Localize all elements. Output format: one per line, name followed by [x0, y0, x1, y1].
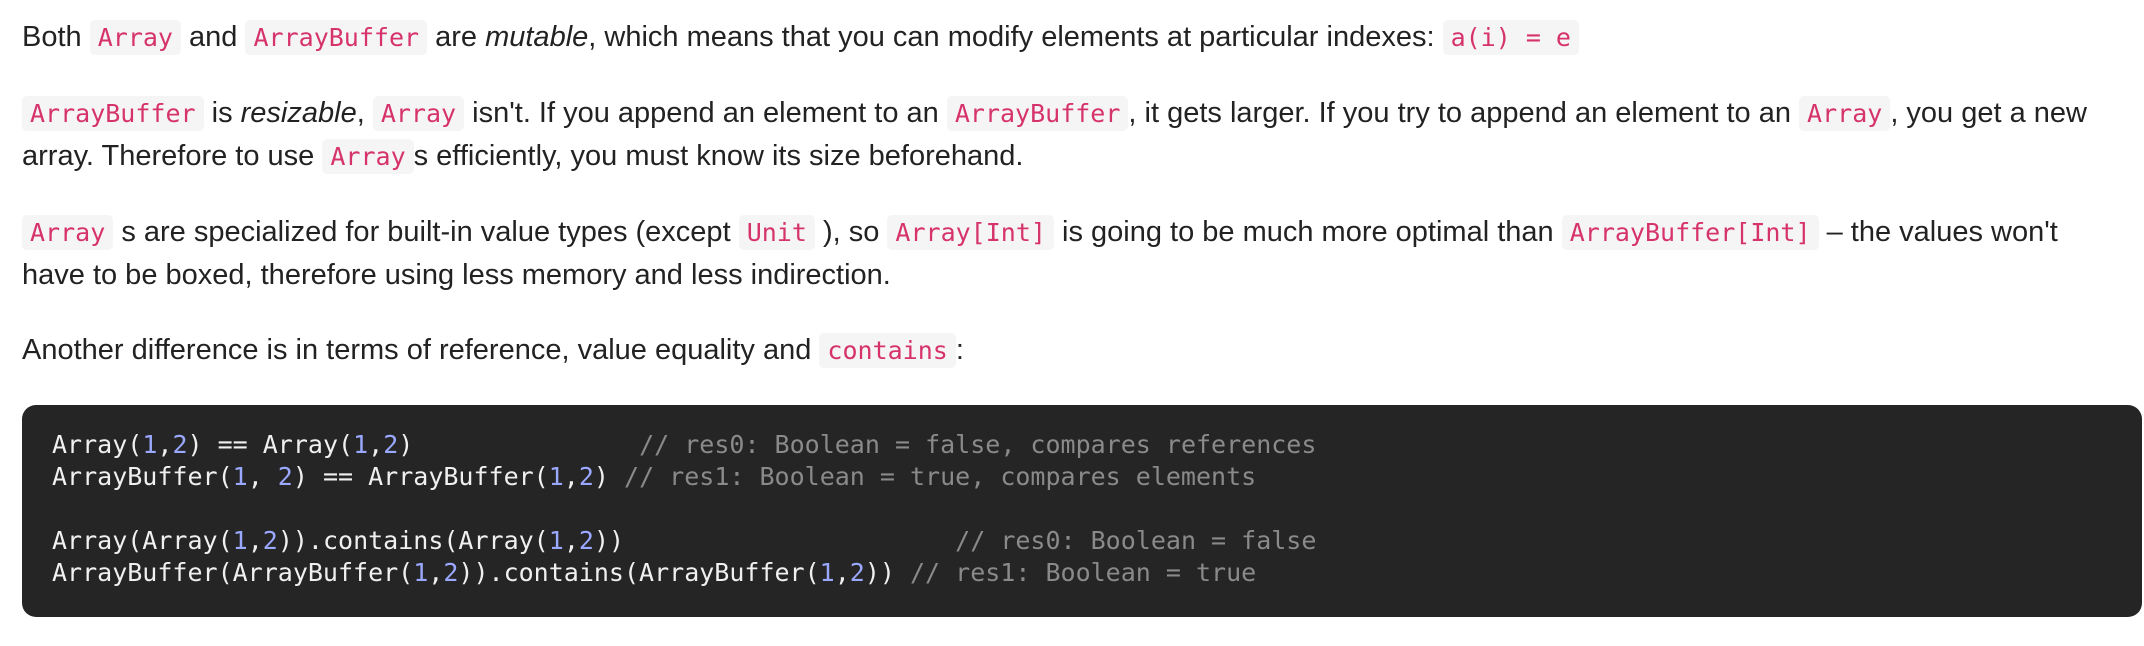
code-number: 1 — [548, 526, 564, 555]
code-token: Array(Array( — [52, 526, 233, 555]
code-token: )) — [593, 526, 956, 555]
code-comment: // res1: Boolean = true, compares elemen… — [624, 462, 1257, 491]
paragraph-text: Another difference is in terms of refere… — [22, 334, 820, 366]
code-token: )).contains(ArrayBuffer( — [458, 558, 820, 587]
code-number: 1 — [142, 430, 158, 459]
paragraph-text: s efficiently, you must know its size be… — [413, 140, 1024, 172]
code-line: Array(1,2) == Array(1,2) // res0: Boolea… — [52, 429, 2112, 461]
article-body: Both Array and ArrayBuffer are mutable, … — [22, 16, 2142, 617]
inline-code: contains — [819, 333, 956, 368]
code-token: ArrayBuffer(ArrayBuffer( — [52, 558, 414, 587]
inline-code: Array — [372, 96, 465, 131]
code-number: 2 — [383, 430, 399, 459]
code-token: , — [428, 558, 444, 587]
code-comment: // res1: Boolean = true — [910, 558, 1257, 587]
code-number: 1 — [413, 558, 429, 587]
code-number: 2 — [443, 558, 459, 587]
paragraph-text: , — [356, 97, 373, 129]
code-token: , — [247, 462, 278, 491]
inline-code: Array — [322, 139, 414, 174]
code-token: ) — [398, 430, 640, 459]
code-token: ) == Array( — [187, 430, 354, 459]
paragraph-text: isn't. If you append an element to an — [464, 97, 947, 129]
code-number: 1 — [819, 558, 835, 587]
code-token: )).contains(Array( — [277, 526, 549, 555]
code-token: , — [157, 430, 173, 459]
code-token: , — [563, 526, 579, 555]
code-number: 2 — [262, 526, 278, 555]
paragraph-text: ), so — [814, 216, 888, 248]
code-token: , — [563, 462, 579, 491]
code-token: ArrayBuffer( — [52, 462, 233, 491]
inline-code: Array — [1799, 96, 1891, 131]
code-token: Array( — [52, 430, 143, 459]
inline-code: Array — [89, 20, 181, 55]
code-line: Array(Array(1,2)).contains(Array(1,2)) /… — [52, 525, 2112, 557]
code-number: 2 — [578, 526, 594, 555]
code-token: , — [834, 558, 850, 587]
paragraph-text: and — [180, 21, 246, 53]
code-number: 2 — [849, 558, 865, 587]
code-number: 1 — [548, 462, 564, 491]
paragraph-text: s are specialized for built-in value typ… — [113, 216, 739, 248]
paragraph-3: Array s are specialized for built-in val… — [22, 211, 2122, 296]
code-number: 1 — [232, 526, 248, 555]
code-token: ) == ArrayBuffer( — [292, 462, 549, 491]
code-line: ArrayBuffer(ArrayBuffer(1,2)).contains(A… — [52, 557, 2112, 589]
paragraph-text: , it gets larger. If you try to append a… — [1128, 97, 1800, 129]
paragraph-text: are — [427, 21, 486, 53]
inline-code: Array — [22, 215, 114, 250]
inline-code: a(i) = e — [1442, 20, 1579, 55]
paragraph-2: ArrayBuffer is resizable, Array isn't. I… — [22, 92, 2122, 178]
code-number: 2 — [172, 430, 188, 459]
code-number: 2 — [277, 462, 293, 491]
inline-code: ArrayBuffer[Int] — [1561, 215, 1819, 250]
paragraph-text: Both — [22, 21, 90, 53]
paragraph-text: is — [203, 97, 241, 129]
code-comment: // res0: Boolean = false — [955, 526, 1317, 555]
emphasis-text: mutable — [485, 21, 589, 53]
emphasis-text: resizable — [240, 97, 357, 129]
code-number: 1 — [353, 430, 369, 459]
code-number: 1 — [232, 462, 248, 491]
paragraph-text: , which means that you can modify elemen… — [588, 21, 1443, 53]
paragraph-4: Another difference is in terms of refere… — [22, 329, 2122, 372]
paragraph-1: Both Array and ArrayBuffer are mutable, … — [22, 16, 2122, 59]
code-token: ) — [593, 462, 625, 491]
code-block: Array(1,2) == Array(1,2) // res0: Boolea… — [22, 405, 2142, 617]
inline-code: ArrayBuffer — [22, 96, 204, 131]
paragraph-text: : — [955, 334, 964, 366]
inline-code: Unit — [738, 215, 815, 250]
code-token: )) — [864, 558, 910, 587]
inline-code: Array[Int] — [887, 215, 1054, 250]
code-token: , — [368, 430, 384, 459]
code-line: ArrayBuffer(1, 2) == ArrayBuffer(1,2) //… — [52, 461, 2112, 493]
inline-code: ArrayBuffer — [245, 20, 428, 55]
code-token: , — [247, 526, 263, 555]
code-comment: // res0: Boolean = false, compares refer… — [639, 430, 1317, 459]
paragraph-text: is going to be much more optimal than — [1053, 216, 1562, 248]
code-number: 2 — [578, 462, 594, 491]
inline-code: ArrayBuffer — [946, 96, 1129, 131]
